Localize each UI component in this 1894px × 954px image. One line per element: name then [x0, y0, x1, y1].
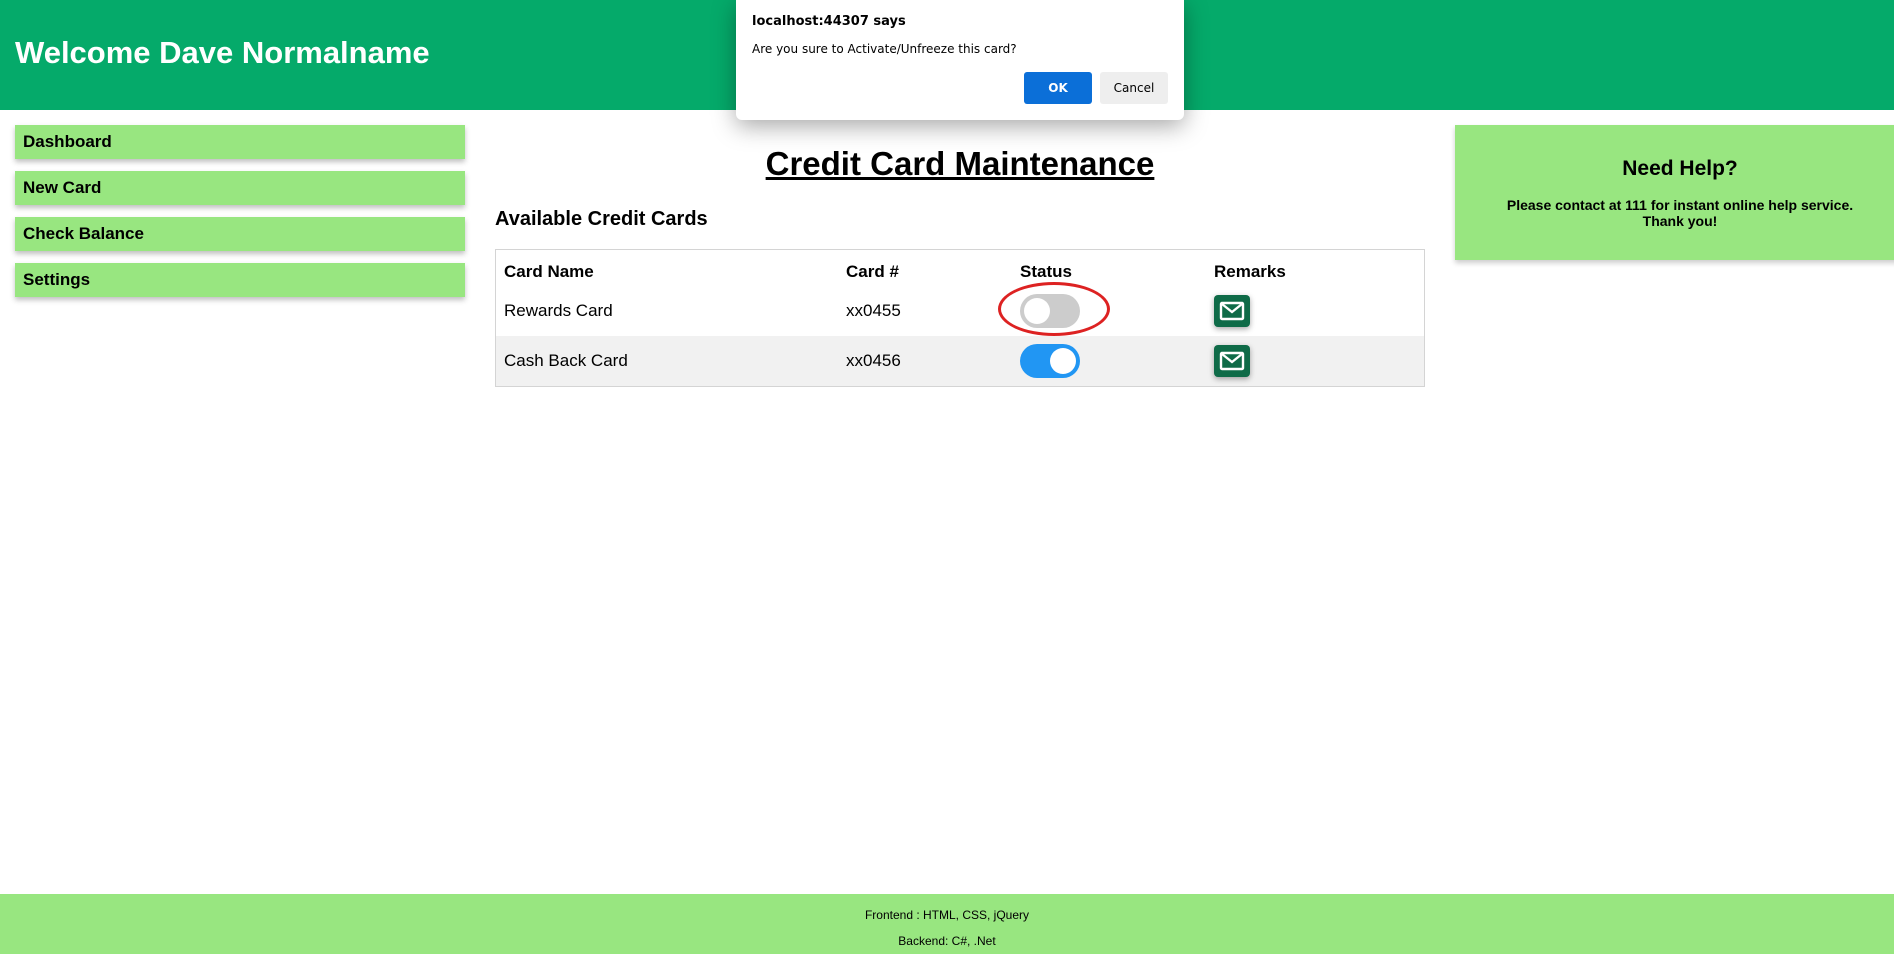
cancel-button[interactable]: Cancel [1100, 72, 1168, 104]
sidebar-item-new-card[interactable]: New Card [15, 171, 465, 205]
status-toggle[interactable] [998, 282, 1110, 336]
column-header-status: Status [1020, 262, 1072, 281]
sidebar: Dashboard New Card Check Balance Setting… [15, 125, 465, 309]
help-title: Need Help? [1622, 157, 1738, 180]
envelope-icon [1219, 301, 1245, 321]
remarks-cell [1206, 286, 1425, 336]
envelope-icon [1219, 351, 1245, 371]
cards-table: Card Name Card # Status Remarks Rewards … [495, 249, 1425, 387]
page-footer: Frontend : HTML, CSS, jQuery Backend: C#… [0, 894, 1894, 954]
card-name: Cash Back Card [504, 351, 628, 370]
confirm-dialog: localhost:44307 says Are you sure to Act… [736, 0, 1184, 120]
ok-button[interactable]: OK [1024, 72, 1092, 104]
toggle-knob [1050, 348, 1076, 374]
annotation-circle [998, 282, 1110, 336]
help-panel: Need Help? Please contact at 111 for ins… [1455, 125, 1894, 260]
dialog-message: Are you sure to Activate/Unfreeze this c… [752, 42, 1017, 56]
table-header-row: Card Name Card # Status Remarks [496, 250, 1425, 287]
remarks-button[interactable] [1214, 295, 1250, 327]
remarks-button[interactable] [1214, 345, 1250, 377]
card-name: Rewards Card [504, 301, 613, 320]
column-header-card-name: Card Name [504, 262, 594, 281]
page-title: Credit Card Maintenance [765, 145, 1155, 182]
sidebar-item-dashboard[interactable]: Dashboard [15, 125, 465, 159]
status-cell [1012, 336, 1206, 387]
status-cell [998, 282, 1206, 336]
table-row: Cash Back Card xx0456 [495, 336, 1425, 387]
sidebar-item-settings[interactable]: Settings [15, 263, 465, 297]
column-header-remarks: Remarks [1214, 262, 1286, 281]
table-row: Rewards Card xx0455 [496, 282, 1425, 336]
card-number: xx0456 [846, 351, 901, 370]
section-title: Available Credit Cards [495, 208, 708, 230]
toggle-knob [1024, 298, 1050, 324]
status-toggle[interactable] [1020, 344, 1080, 378]
card-number: xx0455 [846, 301, 901, 320]
footer-backend: Backend: C#, .Net [898, 934, 996, 948]
sidebar-item-check-balance[interactable]: Check Balance [15, 217, 465, 251]
main-content: Credit Card Maintenance Available Credit… [495, 125, 1425, 387]
remarks-cell [1206, 336, 1425, 387]
footer-frontend: Frontend : HTML, CSS, jQuery [864, 908, 1030, 922]
welcome-title: Welcome Dave Normalname [15, 35, 430, 70]
help-text: Please contact at 111 for instant online… [1506, 197, 1854, 229]
column-header-card-number: Card # [846, 262, 899, 281]
dialog-origin: localhost:44307 says [752, 14, 906, 29]
